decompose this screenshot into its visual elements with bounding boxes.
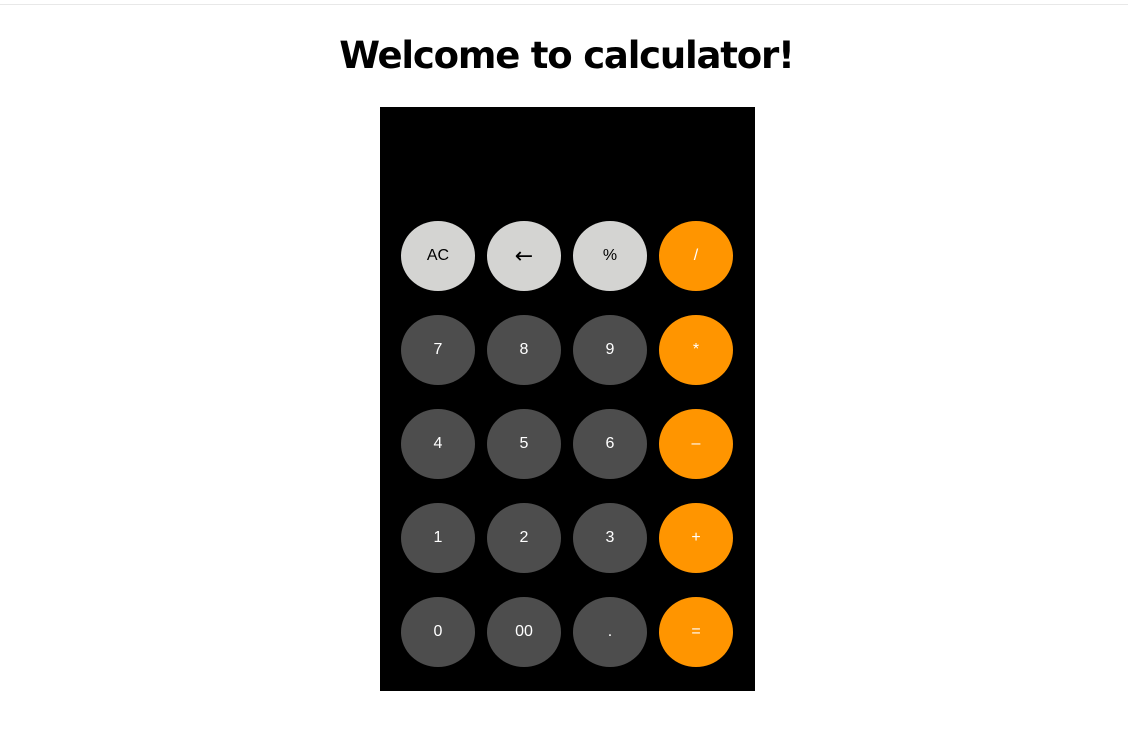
digit-9-button[interactable]: 9	[573, 315, 647, 385]
equals-button[interactable]: =	[659, 597, 733, 667]
backspace-button[interactable]: ←	[487, 221, 561, 291]
digit-0-button[interactable]: 0	[401, 597, 475, 667]
keypad: AC ← % / 7 8 9 * 4 5 6 – 1 2 3 + 0 00 . …	[401, 221, 733, 667]
decimal-button[interactable]: .	[573, 597, 647, 667]
add-button[interactable]: +	[659, 503, 733, 573]
subtract-button[interactable]: –	[659, 409, 733, 479]
digit-5-button[interactable]: 5	[487, 409, 561, 479]
divide-button[interactable]: /	[659, 221, 733, 291]
digit-6-button[interactable]: 6	[573, 409, 647, 479]
digit-4-button[interactable]: 4	[401, 409, 475, 479]
multiply-button[interactable]: *	[659, 315, 733, 385]
digit-2-button[interactable]: 2	[487, 503, 561, 573]
digit-1-button[interactable]: 1	[401, 503, 475, 573]
calculator-display	[400, 117, 735, 212]
double-zero-button[interactable]: 00	[487, 597, 561, 667]
digit-8-button[interactable]: 8	[487, 315, 561, 385]
digit-7-button[interactable]: 7	[401, 315, 475, 385]
percent-button[interactable]: %	[573, 221, 647, 291]
top-divider	[0, 4, 1128, 5]
calculator: AC ← % / 7 8 9 * 4 5 6 – 1 2 3 + 0 00 . …	[380, 107, 755, 691]
clear-button[interactable]: AC	[401, 221, 475, 291]
page-title: Welcome to calculator!	[339, 34, 795, 77]
digit-3-button[interactable]: 3	[573, 503, 647, 573]
